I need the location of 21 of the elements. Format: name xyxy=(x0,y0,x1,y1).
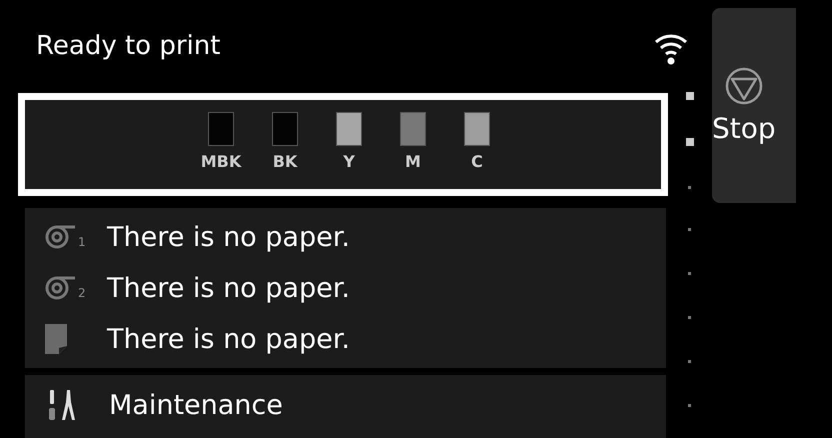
ink-label: M xyxy=(405,152,421,171)
ink-panel[interactable]: MBK BK Y M C xyxy=(18,93,668,196)
paper-status: There is no paper. xyxy=(107,272,350,304)
ink-label: Y xyxy=(343,152,355,171)
stop-icon xyxy=(724,66,764,106)
menu-label: Maintenance xyxy=(109,390,283,420)
sheet-icon xyxy=(45,324,67,354)
ink-label: MBK xyxy=(200,152,242,171)
ink-label: BK xyxy=(272,152,298,171)
ink-label: C xyxy=(471,152,483,171)
paper-panel[interactable]: 1 There is no paper. 2 There is no paper. There is no paper. xyxy=(25,208,666,368)
roll-number: 2 xyxy=(78,286,86,300)
tools-icon xyxy=(47,390,77,420)
paper-status: There is no paper. xyxy=(107,222,350,252)
roll-icon xyxy=(45,276,77,300)
status-title: Ready to print xyxy=(36,30,220,60)
menu-panel[interactable]: Maintenance xyxy=(25,375,666,438)
stop-button[interactable]: Stop xyxy=(712,8,796,203)
roll-number: 1 xyxy=(78,235,86,249)
paper-status: There is no paper. xyxy=(107,324,350,354)
roll-icon xyxy=(45,225,77,249)
